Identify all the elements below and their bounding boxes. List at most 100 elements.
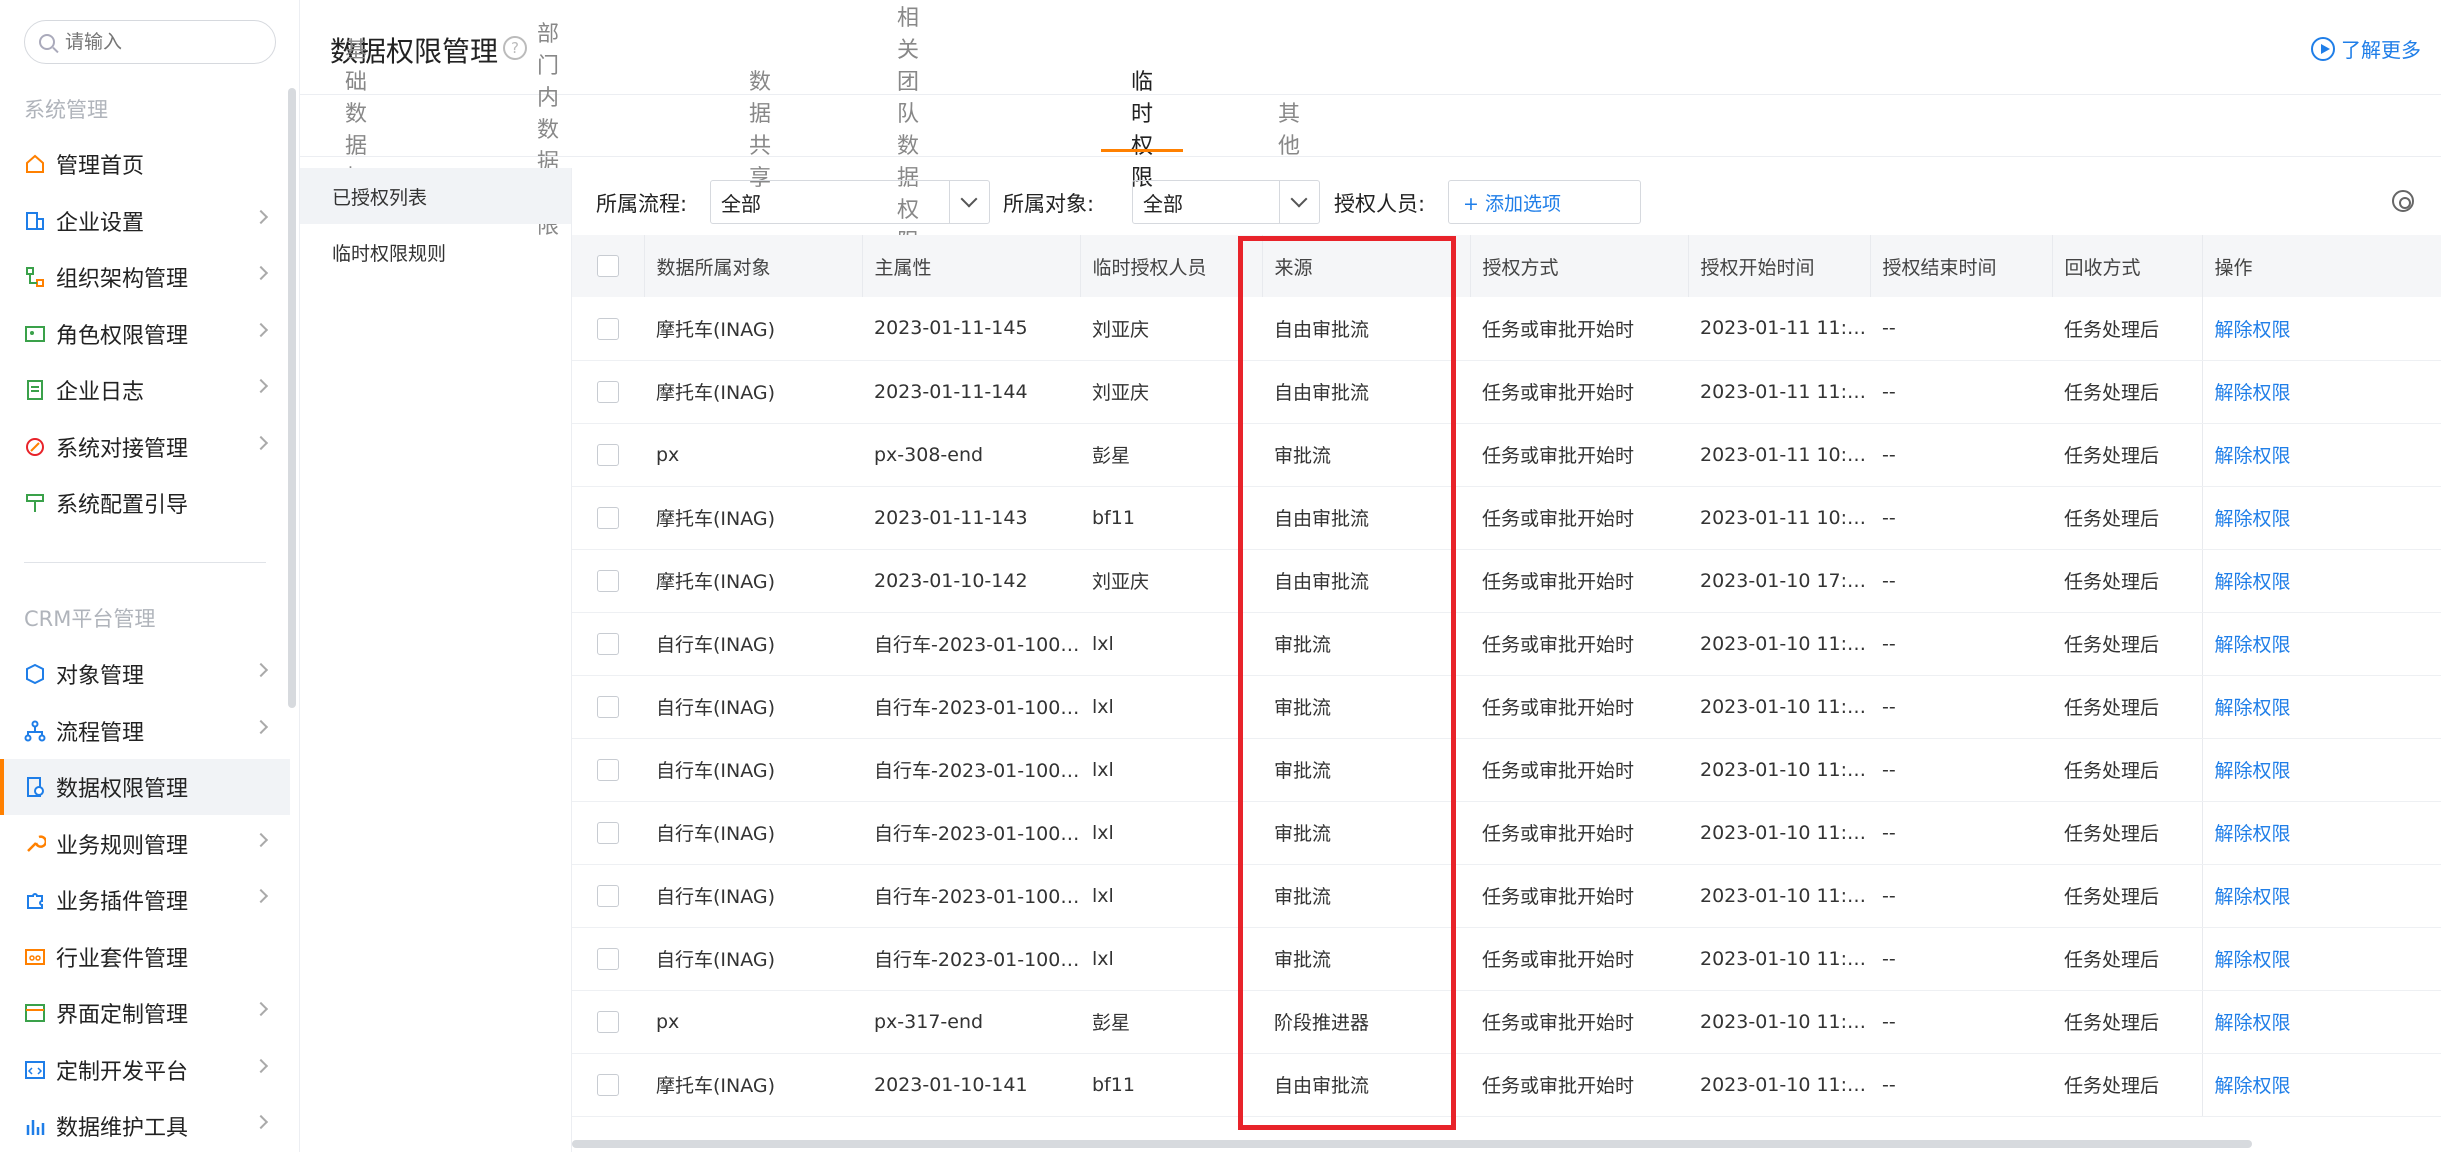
sidebar-item-system-2[interactable]: 组织架构管理 (0, 249, 290, 305)
org-icon (24, 266, 46, 288)
row-checkbox[interactable] (597, 443, 619, 466)
sidebar-item-crm-6[interactable]: 界面定制管理 (0, 985, 290, 1041)
table-cell: 2023-01-10-142 (862, 549, 1080, 613)
sidebar-item-system-0[interactable]: 管理首页 (0, 136, 290, 192)
row-checkbox[interactable] (597, 380, 619, 403)
table-cell: lxl (1080, 612, 1262, 676)
sidebar-item-crm-5[interactable]: 行业套件管理 (0, 929, 290, 985)
sidebar-item-system-4[interactable]: 企业日志 (0, 362, 290, 418)
search-icon (39, 34, 55, 50)
sub-item-authorized-list[interactable]: 已授权列表 (300, 168, 571, 224)
revoke-permission-link[interactable]: 解除权限 (2201, 486, 2441, 550)
row-select-cell (572, 360, 644, 424)
search-input[interactable] (65, 31, 255, 53)
table-cell: 摩托车(INAG) (644, 297, 862, 361)
tab-2[interactable]: 数据共享 (749, 70, 771, 191)
revoke-permission-link[interactable]: 解除权限 (2201, 1053, 2441, 1117)
revoke-permission-link[interactable]: 解除权限 (2201, 738, 2441, 802)
row-checkbox[interactable] (597, 1073, 619, 1096)
table-cell: 2023-01-10 11:41 (1688, 801, 1870, 865)
row-select-cell (572, 738, 644, 802)
layout-icon (24, 1002, 46, 1024)
sidebar-item-label: 组织架构管理 (56, 267, 189, 292)
tab-1[interactable]: 部门内数据权限 (537, 22, 559, 239)
row-checkbox[interactable] (597, 1010, 619, 1033)
row-checkbox[interactable] (597, 569, 619, 592)
table-cell: 审批流 (1262, 612, 1470, 676)
revoke-permission-link[interactable]: 解除权限 (2201, 423, 2441, 487)
search-box[interactable] (24, 20, 276, 64)
sidebar-item-system-3[interactable]: 角色权限管理 (0, 306, 290, 362)
sidebar-item-crm-2[interactable]: 数据权限管理 (0, 759, 290, 815)
add-option-button[interactable]: + 添加选项 (1448, 180, 1641, 224)
row-checkbox[interactable] (597, 506, 619, 529)
sidebar-item-label: 定制开发平台 (56, 1059, 189, 1085)
sidebar-item-system-5[interactable]: 系统对接管理 (0, 419, 290, 475)
tab-5[interactable]: 其他 (1278, 100, 1300, 159)
object-select[interactable]: 全部 (1132, 180, 1320, 224)
sidebar-item-label: 企业设置 (56, 210, 145, 236)
puzzle-icon (24, 889, 46, 911)
table-cell: 任务或审批开始时 (1470, 864, 1688, 928)
column-header-2: 临时授权人员 (1080, 235, 1263, 297)
table-cell: 审批流 (1262, 675, 1470, 739)
tab-4[interactable]: 临时权限 (1100, 70, 1184, 191)
chevron-right-icon (253, 378, 269, 394)
revoke-permission-link[interactable]: 解除权限 (2201, 927, 2441, 991)
select-all-checkbox[interactable] (596, 255, 619, 278)
sidebar-item-label: 业务插件管理 (56, 890, 189, 915)
process-select[interactable]: 全部 (710, 180, 990, 224)
sub-navigation: 已授权列表 临时权限规则 (300, 168, 572, 1152)
tab-0[interactable]: 基础数据权限 (345, 38, 367, 223)
revoke-permission-link[interactable]: 解除权限 (2201, 990, 2441, 1054)
table-row: 自行车(INAG) 自行车-2023-01-1005… lxl 审批流 任务或审批开始时… (572, 612, 2441, 676)
sidebar-item-label: 管理首页 (56, 154, 145, 179)
sidebar-item-crm-7[interactable]: 定制开发平台 (0, 1042, 290, 1098)
row-select-cell (572, 297, 644, 361)
sidebar-scrollbar[interactable] (288, 88, 296, 708)
table-cell: 任务处理后 (2052, 297, 2202, 361)
table-cell: 任务处理后 (2052, 864, 2202, 928)
learn-more-link[interactable]: 了解更多 (2311, 34, 2421, 63)
sidebar-item-crm-4[interactable]: 业务插件管理 (0, 872, 290, 928)
row-checkbox[interactable] (597, 695, 619, 718)
table-row: 自行车(INAG) 自行车-2023-01-1004… lxl 审批流 任务或审批开始时… (572, 927, 2441, 991)
row-checkbox[interactable] (597, 884, 619, 907)
revoke-permission-link[interactable]: 解除权限 (2201, 675, 2441, 739)
sidebar-item-label: 界面定制管理 (56, 1003, 189, 1028)
row-checkbox[interactable] (597, 821, 619, 844)
table-cell: 审批流 (1262, 864, 1470, 928)
sidebar-item-crm-1[interactable]: 流程管理 (0, 703, 290, 759)
sidebar-item-label: 行业套件管理 (56, 946, 189, 972)
table-cell: 2023-01-11-145 (862, 297, 1080, 361)
sidebar-item-crm-3[interactable]: 业务规则管理 (0, 816, 290, 872)
chevron-down-icon (949, 181, 989, 223)
help-icon[interactable]: ? (503, 36, 527, 60)
table-cell: 摩托车(INAG) (644, 1053, 862, 1117)
sidebar-item-system-6[interactable]: 系统配置引导 (0, 475, 290, 531)
revoke-permission-link[interactable]: 解除权限 (2201, 801, 2441, 865)
gear-icon[interactable] (2392, 190, 2414, 212)
table-cell: 彭星 (1080, 990, 1262, 1054)
row-checkbox[interactable] (597, 947, 619, 970)
wrench-icon (24, 833, 46, 855)
sub-item-temp-rules[interactable]: 临时权限规则 (300, 224, 571, 280)
row-checkbox[interactable] (597, 317, 619, 340)
table-row: 自行车(INAG) 自行车-2023-01-1004… lxl 审批流 任务或审批开始时… (572, 864, 2441, 928)
tab-3[interactable]: 相关团队数据权限 (897, 6, 919, 255)
sidebar-item-crm-8[interactable]: 数据维护工具 (0, 1098, 290, 1152)
chevron-right-icon (253, 209, 269, 224)
revoke-permission-link[interactable]: 解除权限 (2201, 549, 2441, 613)
table-horizontal-scrollbar[interactable] (572, 1140, 2252, 1148)
revoke-permission-link[interactable]: 解除权限 (2201, 612, 2441, 676)
sidebar-item-crm-0[interactable]: 对象管理 (0, 646, 290, 702)
revoke-permission-link[interactable]: 解除权限 (2201, 360, 2441, 424)
table-row: 自行车(INAG) 自行车-2023-01-1004… lxl 审批流 任务或审批开始时… (572, 801, 2441, 865)
table-cell: 自行车-2023-01-1004… (862, 738, 1080, 802)
sidebar-item-system-1[interactable]: 企业设置 (0, 193, 290, 249)
table-cell: 任务或审批开始时 (1470, 360, 1688, 424)
revoke-permission-link[interactable]: 解除权限 (2201, 297, 2441, 361)
row-checkbox[interactable] (597, 632, 619, 655)
revoke-permission-link[interactable]: 解除权限 (2201, 864, 2441, 928)
row-checkbox[interactable] (597, 758, 619, 781)
